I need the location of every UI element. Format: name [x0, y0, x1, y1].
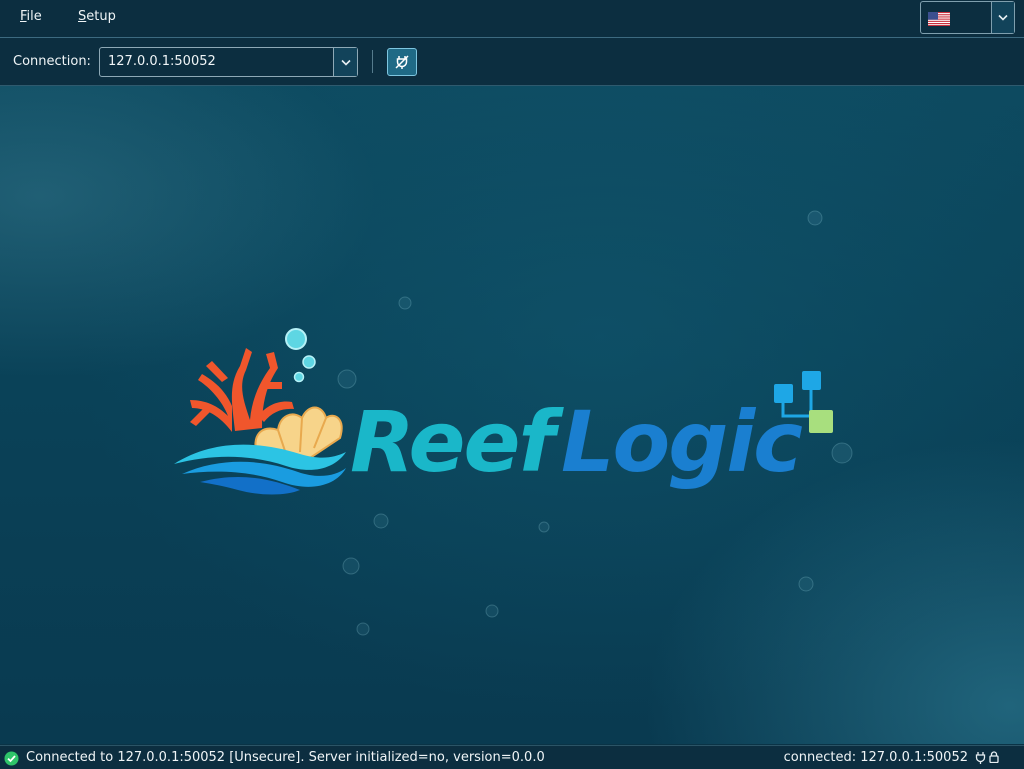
logo-bubbles [285, 328, 316, 383]
menu-setup-label: etup [86, 9, 116, 24]
menu-file-label: ile [26, 9, 42, 24]
chevron-down-icon [998, 14, 1008, 21]
language-dropdown-button[interactable] [991, 2, 1014, 33]
splash-logo: ReefLogic [174, 210, 853, 636]
logo-text-logic: Logic [561, 393, 802, 491]
menu-bar: File Setup [0, 0, 1024, 38]
logo-text-reef: Reef [350, 393, 564, 491]
logo-text: ReefLogic [350, 393, 802, 491]
us-flag-icon [928, 12, 950, 26]
menu-setup[interactable]: Setup [78, 9, 116, 24]
lock-icon [989, 751, 999, 763]
connection-toolbar: Connection: 127.0.0.1:50052 [0, 38, 1024, 86]
status-message: Connected to 127.0.0.1:50052 [Unsecure].… [26, 750, 545, 765]
main-area: ReefLogic [0, 86, 1024, 744]
connection-combobox[interactable]: 127.0.0.1:50052 [99, 47, 358, 77]
chevron-down-icon [340, 59, 351, 66]
connection-label: Connection: [13, 54, 91, 69]
plug-disconnect-icon [395, 55, 409, 69]
status-bar: Connected to 127.0.0.1:50052 [Unsecure].… [0, 745, 1024, 769]
connection-status: connected: 127.0.0.1:50052 [783, 750, 968, 765]
disconnect-button[interactable] [387, 48, 417, 76]
plug-icon [975, 752, 986, 764]
connection-dropdown-button[interactable] [333, 48, 357, 76]
connection-value[interactable]: 127.0.0.1:50052 [108, 54, 216, 69]
coral-icon [190, 348, 294, 432]
menu-file[interactable]: File [20, 9, 42, 24]
check-circle-icon [4, 751, 19, 766]
toolbar-separator [372, 50, 373, 73]
language-select[interactable] [920, 1, 1015, 34]
